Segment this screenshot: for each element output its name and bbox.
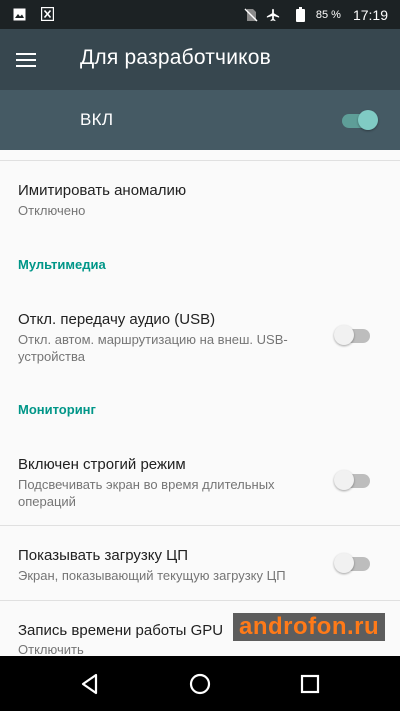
cpu-usage-toggle[interactable] [334,553,372,573]
recents-icon[interactable] [297,671,323,697]
page-title: Для разработчиков [80,46,271,69]
master-switch-bar[interactable]: ВКЛ [0,90,400,150]
status-bar: 85 % 17:19 [0,0,400,29]
airplane-mode-icon [266,8,280,22]
app-bar: Для разработчиков [0,29,400,90]
clock: 17:19 [352,6,388,23]
menu-icon[interactable] [16,47,46,73]
usb-audio-toggle[interactable] [334,325,372,345]
setting-title: Показывать загрузку ЦП [18,547,189,564]
setting-summary-line1: Подсвечивать экран во время длительных [18,477,275,492]
setting-summary: Отключено [18,203,86,218]
divider [0,600,400,601]
back-icon[interactable] [77,671,103,697]
setting-summary-line2: операций [18,494,76,509]
strict-mode-toggle[interactable] [334,470,372,490]
setting-summary-line1: Откл. автом. маршрутизацию на внеш. USB- [18,332,288,347]
excel-notification-icon [40,7,54,21]
setting-title: Включен строгий режим [18,456,186,473]
battery-icon [294,7,308,22]
no-sim-icon [244,8,258,22]
watermark: androfon.ru [233,613,386,641]
section-header-multimedia: Мультимедиа [18,257,106,272]
image-notification-icon [12,7,26,21]
navigation-bar [0,656,400,711]
setting-title: Запись времени работы GPU [18,622,224,639]
home-icon[interactable] [187,671,213,697]
setting-title: Имитировать аномалию [18,182,187,199]
setting-summary: Экран, показывающий текущую загрузку ЦП [18,568,286,583]
setting-title: Откл. передачу аудио (USB) [18,311,216,328]
master-switch-toggle[interactable] [340,110,378,130]
section-header-monitoring: Мониторинг [18,402,96,417]
settings-list[interactable]: Имитировать аномалию Отключено Мультимед… [0,150,400,656]
setting-summary-line2: устройства [18,349,85,364]
master-switch-label: ВКЛ [80,110,114,129]
battery-percent: 85 % [315,8,341,21]
divider [0,160,400,161]
setting-summary: Отключить [18,642,84,656]
divider [0,525,400,526]
